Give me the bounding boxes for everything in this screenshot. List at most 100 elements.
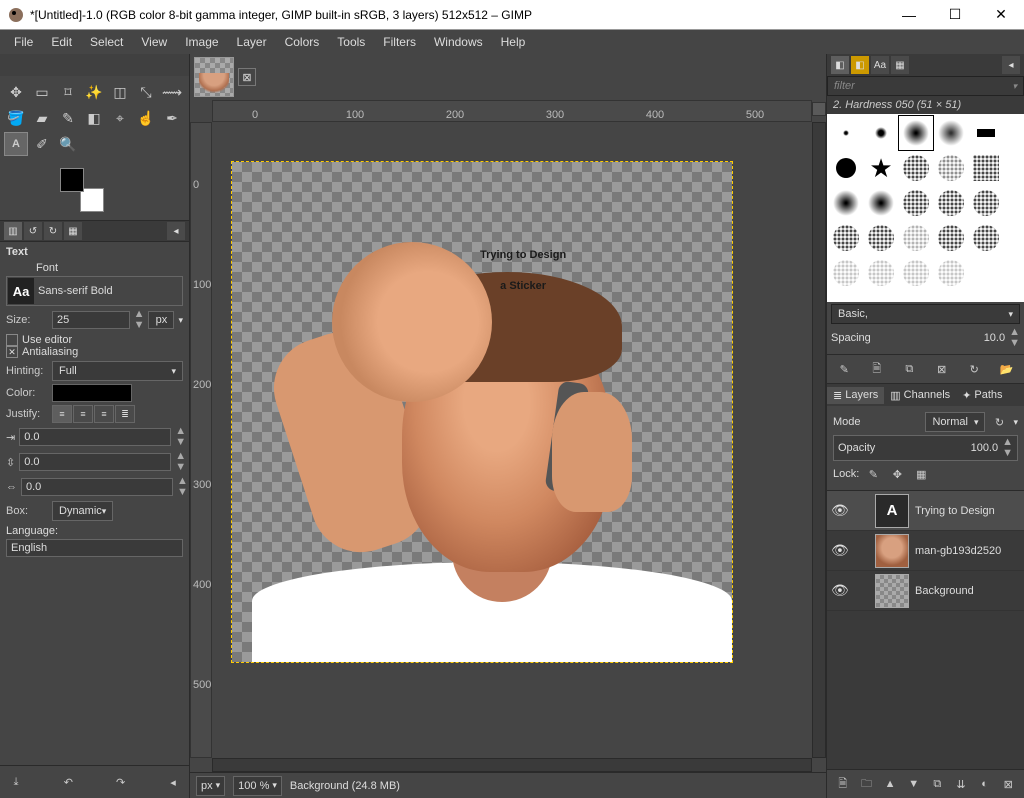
fonts-tab[interactable]: Aa [871,56,889,74]
brush-item[interactable] [969,151,1003,185]
tool-pencil[interactable]: ✎ [56,106,80,130]
tool-move[interactable]: ✥ [4,80,28,104]
brush-item[interactable] [829,116,863,150]
brush-edit-icon[interactable]: ✎ [834,359,854,379]
brush-item[interactable] [829,151,863,185]
size-spinner[interactable]: ▲▼ [134,309,145,331]
layer-name[interactable]: Background [915,585,974,597]
tool-crop[interactable]: ◫ [108,80,132,104]
canvas[interactable]: Trying to Design a Sticker [232,162,732,662]
brush-item[interactable] [829,186,863,220]
lock-position-icon[interactable]: ✥ [887,464,907,484]
tool-free-select[interactable]: ⌑ [56,80,80,104]
brush-item[interactable] [864,186,898,220]
box-dropdown[interactable]: Dynamic▾ [52,501,113,521]
menu-filters[interactable]: Filters [375,32,424,52]
brush-item[interactable] [969,221,1003,255]
language-input[interactable]: English [6,539,183,557]
brush-item[interactable] [934,151,968,185]
undo-tab[interactable]: ↻ [44,222,62,240]
antialias-check[interactable]: ✕Antialiasing [6,346,183,358]
brush-item[interactable] [829,221,863,255]
visibility-icon[interactable]: 👁 [831,582,847,599]
justify-center[interactable]: ≡ [94,405,114,423]
visibility-icon[interactable]: 👁 [831,542,847,559]
tool-color-picker[interactable]: ✐ [30,132,54,156]
brush-filter-dropdown[interactable]: filter▾ [827,76,1024,96]
tool-fuzzy-select[interactable]: ✨ [82,80,106,104]
scrollbar-vertical[interactable] [812,122,826,758]
tab-menu-left[interactable]: ◂ [167,222,185,240]
size-unit[interactable]: px [148,311,174,329]
menu-layer[interactable]: Layer [229,32,275,52]
mode-switch-icon[interactable]: ↻ [989,412,1009,432]
indent-input[interactable] [19,428,171,446]
tool-warp[interactable]: ⟿ [160,80,184,104]
layer-name[interactable]: man-gb193d2520 [915,545,1001,557]
quick-nav-icon[interactable] [812,102,826,116]
brush-item[interactable] [899,221,933,255]
visibility-icon[interactable]: 👁 [831,502,847,519]
brush-item[interactable] [899,151,933,185]
restore-preset-icon[interactable]: ↶ [58,772,78,792]
menu-file[interactable]: File [6,32,41,52]
text-color-button[interactable] [52,384,132,402]
brush-item[interactable] [934,116,968,150]
tool-smudge[interactable]: ☝ [134,106,158,130]
use-editor-check[interactable]: Use editor [6,334,183,346]
brush-open-icon[interactable]: 📂 [997,359,1017,379]
layer-row[interactable]: 👁 Background [827,571,1024,611]
patterns-tab[interactable]: ◧ [851,56,869,74]
canvas-text-layer[interactable]: Trying to Design a Sticker [480,236,566,298]
mode-dropdown[interactable]: Normal▾ [925,412,985,432]
maximize-button[interactable]: ☐ [932,0,978,30]
opacity-value[interactable]: 100.0 [971,442,999,454]
layer-del-icon[interactable]: ⊠ [998,774,1018,794]
menu-windows[interactable]: Windows [426,32,491,52]
delete-preset-icon[interactable]: ↷ [111,772,131,792]
layer-group-icon[interactable]: 🗀 [856,774,876,794]
device-tab[interactable]: ↺ [24,222,42,240]
linespacing-input[interactable] [19,453,171,471]
brush-item[interactable] [934,256,968,290]
brush-new-icon[interactable]: 🗎 [867,359,887,379]
menu-view[interactable]: View [133,32,175,52]
images-tab[interactable]: ▦ [64,222,82,240]
layer-row[interactable]: 👁 man-gb193d2520 [827,531,1024,571]
justify-right[interactable]: ≡ [73,405,93,423]
tool-path[interactable]: ✒ [160,106,184,130]
menu-edit[interactable]: Edit [43,32,80,52]
brush-item[interactable] [934,221,968,255]
minimize-button[interactable]: — [886,0,932,30]
history-tab[interactable]: ▦ [891,56,909,74]
brush-item[interactable] [969,186,1003,220]
layer-up-icon[interactable]: ▲ [880,774,900,794]
layer-row[interactable]: 👁 A Trying to Design [827,491,1024,531]
layer-merge-icon[interactable]: ⇊ [951,774,971,794]
spacing-value[interactable]: 10.0 [984,332,1005,344]
tool-eraser[interactable]: ◧ [82,106,106,130]
brush-item[interactable] [864,221,898,255]
brush-grid[interactable]: ★ [827,114,1024,302]
menu-colors[interactable]: Colors [277,32,328,52]
tool-rect-select[interactable]: ▭ [30,80,54,104]
tool-zoom[interactable]: 🔍 [56,132,80,156]
color-swatches[interactable] [60,168,104,212]
layer-mask-icon[interactable]: ◐ [975,774,995,794]
brush-del-icon[interactable]: ⊠ [932,359,952,379]
status-zoom-dropdown[interactable]: 100 %▾ [233,776,282,796]
brush-item[interactable] [864,256,898,290]
scrollbar-horizontal[interactable] [212,758,812,772]
brush-dup-icon[interactable]: ⧉ [899,359,919,379]
layer-new-icon[interactable]: 🗎 [833,774,853,794]
menu-help[interactable]: Help [493,32,534,52]
indent-spinner[interactable]: ▲▼ [175,426,186,448]
justify-left[interactable]: ≡ [52,405,72,423]
linespacing-spinner[interactable]: ▲▼ [175,451,186,473]
tooloptions-tab[interactable]: ▥ [4,222,22,240]
tool-text[interactable]: A [4,132,28,156]
brushes-tab[interactable]: ◧ [831,56,849,74]
layer-down-icon[interactable]: ▼ [904,774,924,794]
brush-item[interactable] [899,186,933,220]
layer-dup-icon[interactable]: ⧉ [927,774,947,794]
